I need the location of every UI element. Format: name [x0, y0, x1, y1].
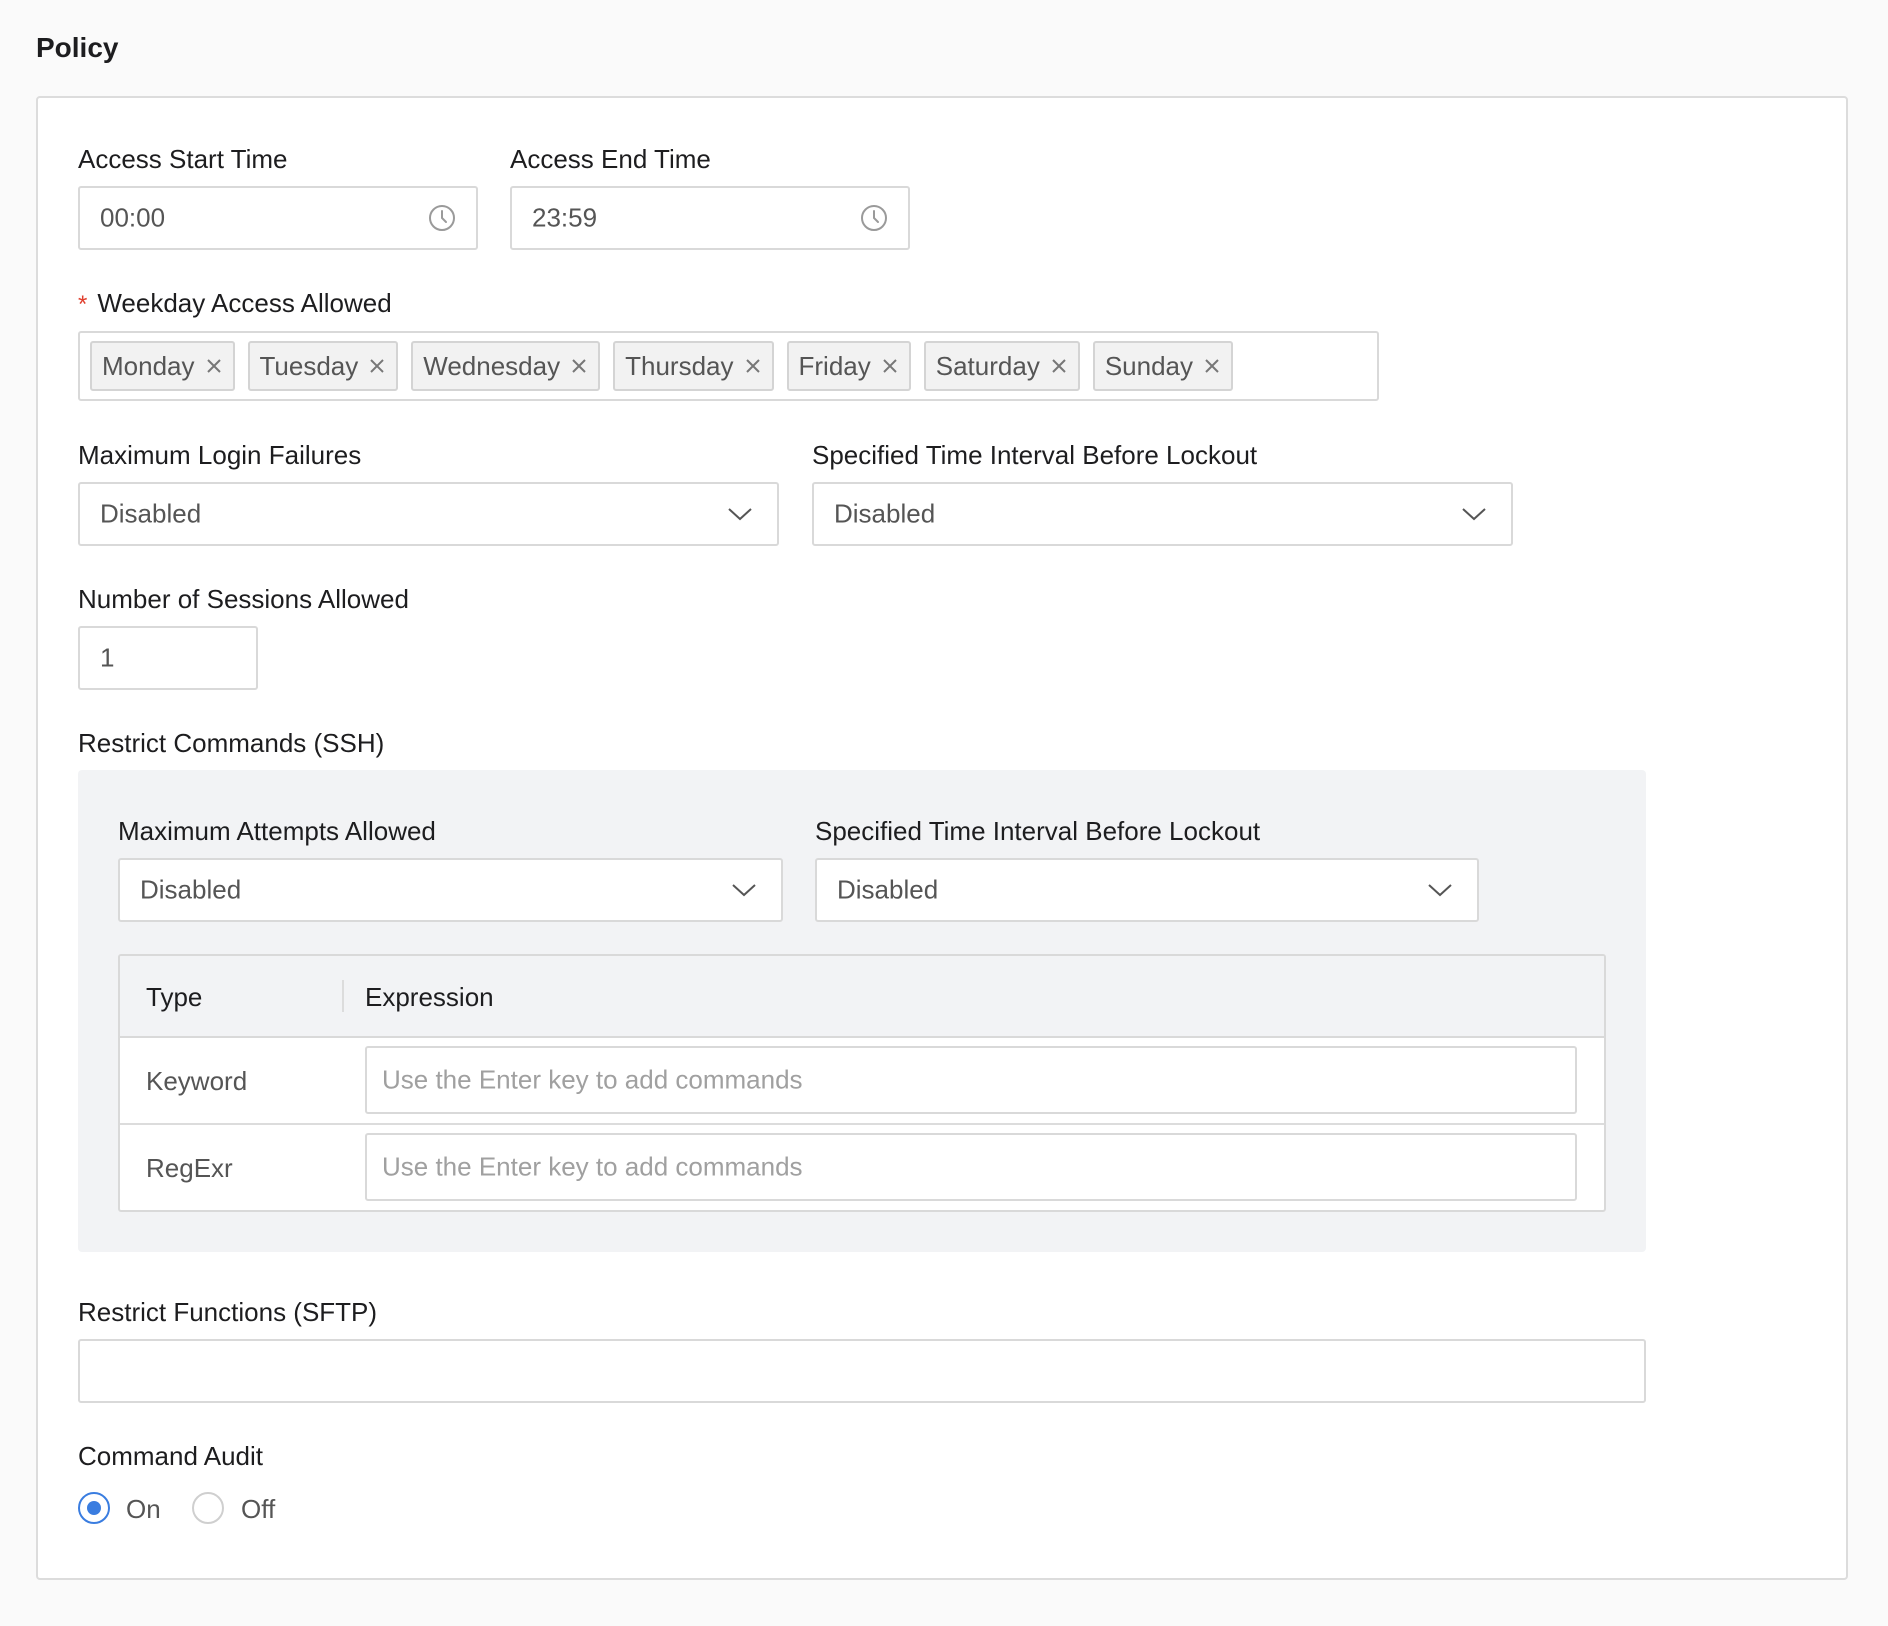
max-login-failures-label: Maximum Login Failures [78, 440, 362, 470]
lockout-interval-label: Specified Time Interval Before Lockout [812, 440, 1258, 470]
restrict-functions-select[interactable] [78, 1339, 1646, 1403]
lockout-interval-value: Disabled [834, 498, 936, 529]
clock-icon[interactable] [860, 204, 888, 232]
command-audit-off-radio[interactable] [192, 1492, 224, 1524]
weekday-tag-sunday: Sunday [1092, 341, 1234, 391]
weekday-tag-saturday: Saturday [923, 341, 1080, 391]
max-attempts-label: Maximum Attempts Allowed [118, 816, 436, 846]
weekday-tag-tuesday: Tuesday [247, 341, 399, 391]
tag-label: Friday [798, 350, 871, 381]
command-audit-off-label[interactable]: Off [241, 1494, 275, 1524]
access-end-value: 23:59 [532, 202, 598, 233]
max-login-failures-value: Disabled [100, 498, 202, 529]
column-divider [342, 980, 344, 1012]
weekday-label: * Weekday Access Allowed [78, 288, 392, 320]
access-start-value: 00:00 [100, 202, 166, 233]
command-audit-on-radio[interactable] [78, 1492, 110, 1524]
ssh-lockout-interval-label: Specified Time Interval Before Lockout [815, 816, 1261, 846]
table-row: Keyword Use the Enter key to add command… [120, 1038, 1604, 1125]
access-start-input[interactable]: 00:00 [78, 186, 478, 250]
restrict-functions-label: Restrict Functions (SFTP) [78, 1297, 378, 1327]
weekday-tag-thursday: Thursday [613, 341, 774, 391]
column-header-expression: Expression [365, 982, 494, 1012]
required-marker: * [78, 291, 88, 318]
weekday-tag-wednesday: Wednesday [411, 341, 601, 391]
close-icon[interactable] [1050, 357, 1068, 375]
restrict-commands-label: Restrict Commands (SSH) [78, 728, 385, 758]
sessions-value: 1 [100, 642, 115, 673]
page-title: Policy [36, 32, 119, 63]
weekday-multiselect[interactable]: Monday Tuesday Wednesday Thursday Friday… [78, 331, 1379, 401]
sessions-label: Number of Sessions Allowed [78, 584, 409, 614]
commands-table: Type Expression Keyword Use the Enter ke… [118, 954, 1606, 1212]
command-audit-on-label[interactable]: On [126, 1494, 161, 1524]
access-end-label: Access End Time [510, 144, 711, 174]
weekday-tag-friday: Friday [786, 341, 911, 391]
regexr-expression-input[interactable]: Use the Enter key to add commands [365, 1133, 1577, 1201]
tag-label: Tuesday [259, 350, 359, 381]
weekday-tag-monday: Monday [90, 341, 235, 391]
tag-label: Monday [102, 350, 195, 381]
row-type: Keyword [146, 1066, 248, 1096]
regexr-expression-placeholder: Use the Enter key to add commands [382, 1151, 803, 1182]
close-icon[interactable] [1203, 357, 1221, 375]
close-icon[interactable] [205, 357, 223, 375]
chevron-down-icon [728, 508, 752, 521]
command-audit-label: Command Audit [78, 1441, 263, 1471]
close-icon[interactable] [881, 357, 899, 375]
max-attempts-select[interactable]: Disabled [118, 858, 783, 922]
tag-label: Thursday [625, 350, 734, 381]
tag-label: Wednesday [423, 350, 561, 381]
sessions-input[interactable]: 1 [78, 626, 258, 690]
ssh-lockout-interval-value: Disabled [837, 874, 939, 905]
table-row: RegExr Use the Enter key to add commands [120, 1125, 1604, 1210]
chevron-down-icon [732, 884, 756, 897]
close-icon[interactable] [744, 357, 762, 375]
access-end-input[interactable]: 23:59 [510, 186, 910, 250]
max-attempts-value: Disabled [140, 874, 242, 905]
lockout-interval-select[interactable]: Disabled [812, 482, 1513, 546]
row-type: RegExr [146, 1153, 233, 1183]
chevron-down-icon [1462, 508, 1486, 521]
access-start-label: Access Start Time [78, 144, 288, 174]
tag-label: Saturday [935, 350, 1040, 381]
weekday-label-text: Weekday Access Allowed [97, 288, 392, 318]
keyword-expression-input[interactable]: Use the Enter key to add commands [365, 1046, 1577, 1114]
chevron-down-icon [1428, 884, 1452, 897]
column-header-type: Type [146, 982, 203, 1012]
ssh-lockout-interval-select[interactable]: Disabled [815, 858, 1479, 922]
clock-icon[interactable] [428, 204, 456, 232]
table-header: Type Expression [120, 956, 1604, 1038]
tag-label: Sunday [1104, 350, 1194, 381]
keyword-expression-placeholder: Use the Enter key to add commands [382, 1064, 803, 1095]
close-icon[interactable] [368, 357, 386, 375]
max-login-failures-select[interactable]: Disabled [78, 482, 779, 546]
close-icon[interactable] [570, 357, 588, 375]
